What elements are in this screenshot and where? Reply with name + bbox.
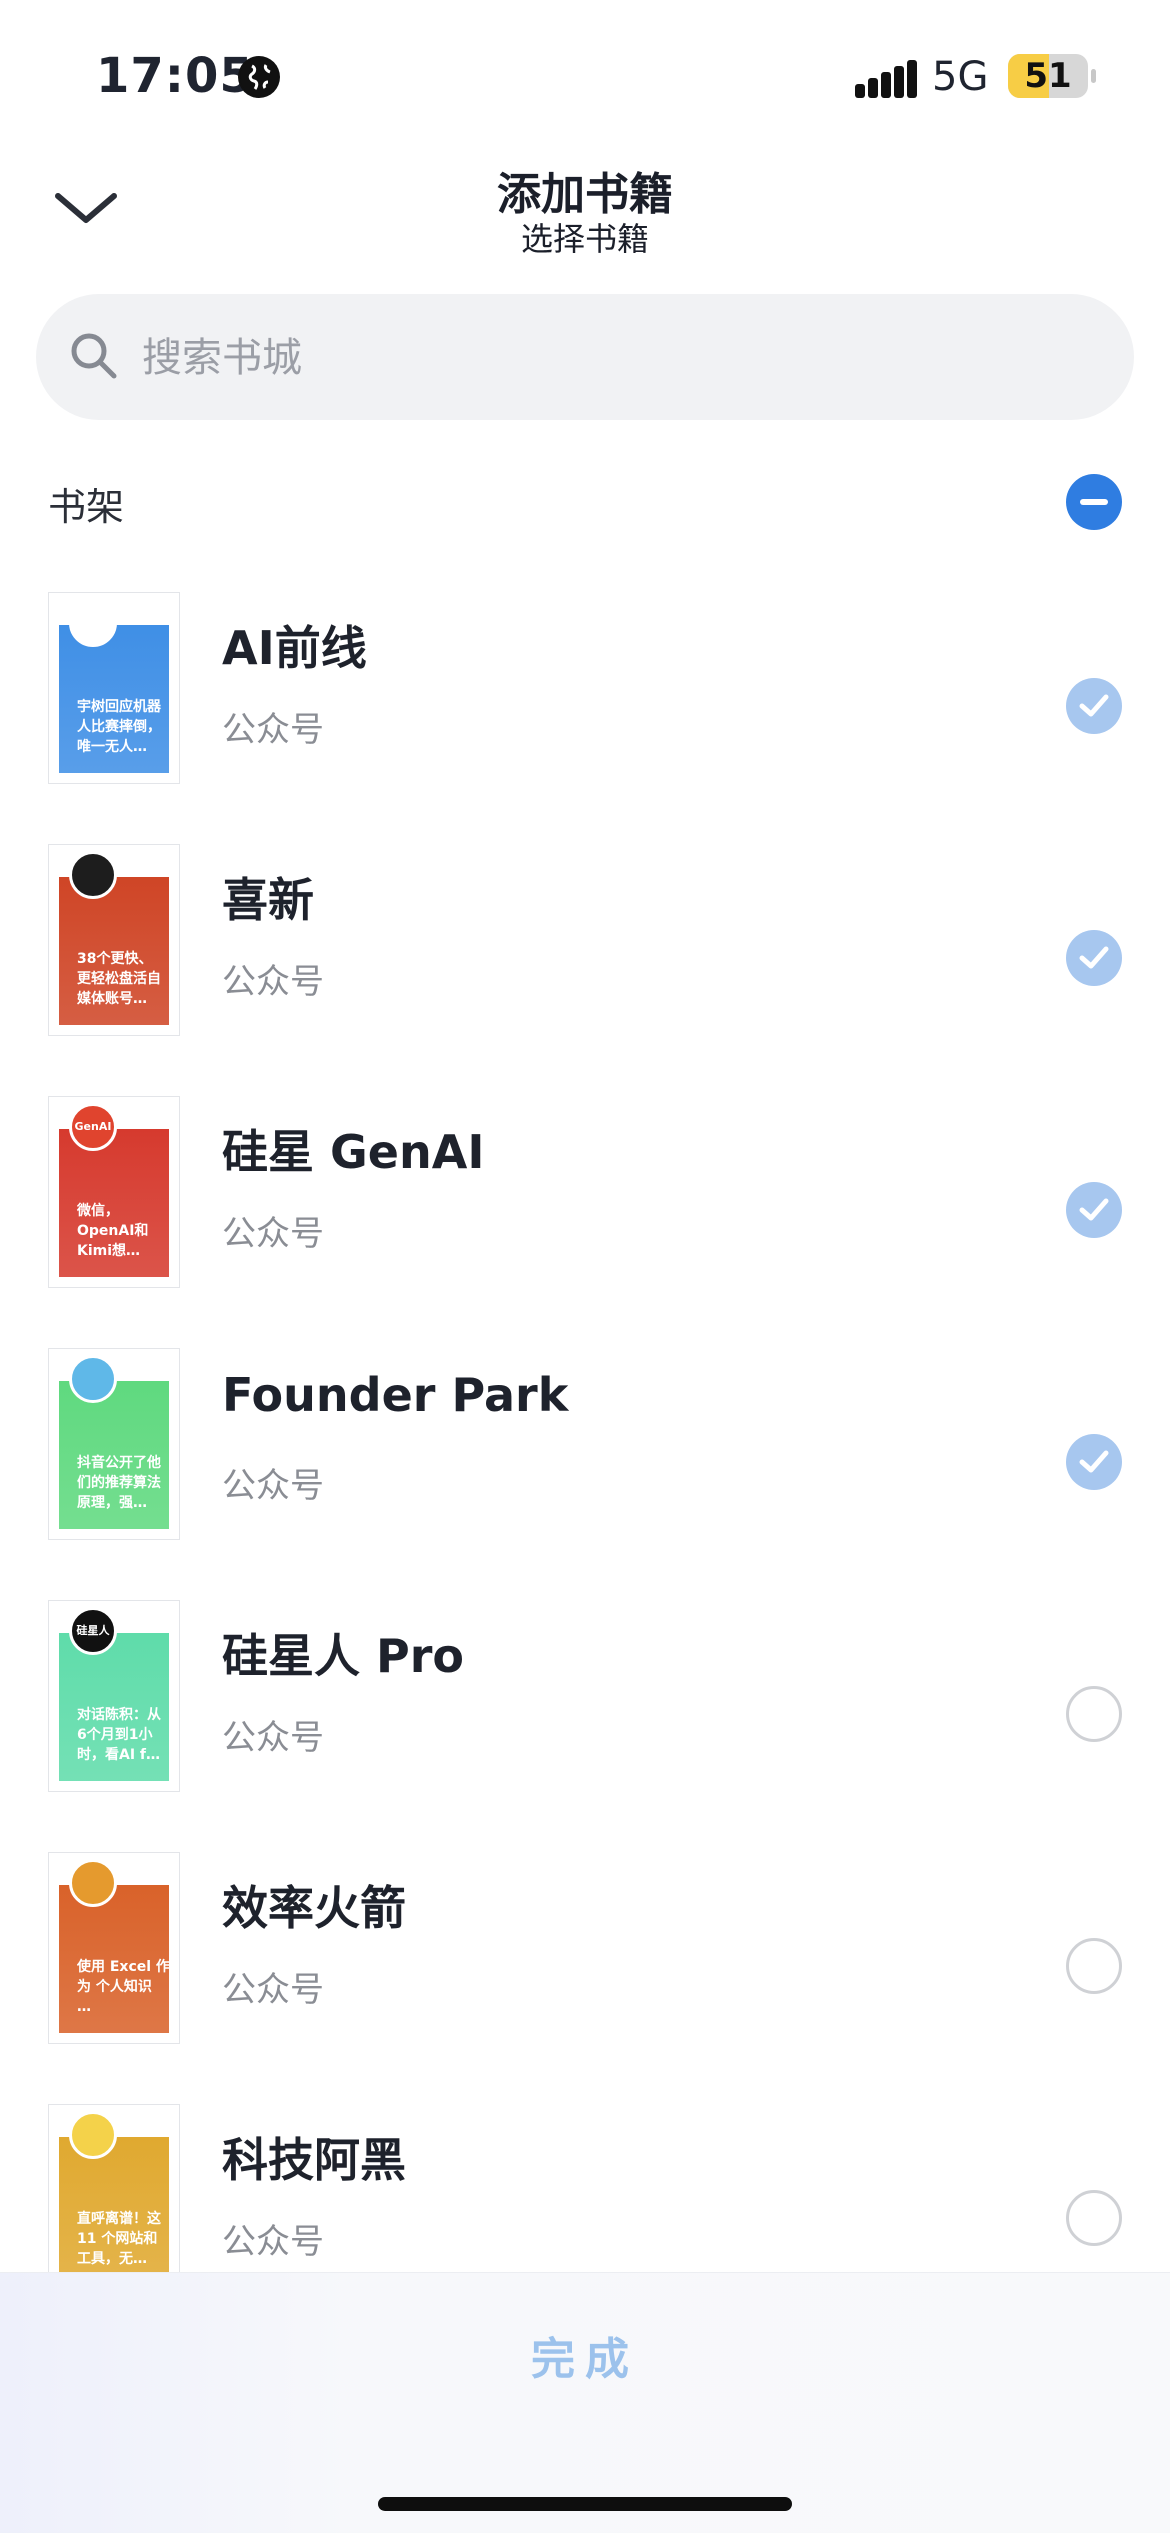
checkmark-icon[interactable]	[1066, 1182, 1122, 1238]
page-subtitle: 选择书籍	[520, 220, 649, 258]
book-cover: 使用 Excel 作 为 个人知识 …	[48, 1852, 180, 2044]
book-type: 公众号	[222, 1214, 324, 1254]
signal-icon	[855, 60, 917, 98]
book-title: 硅星 GenAI	[222, 1125, 485, 1179]
status-bar: 17:05 5G 51	[0, 0, 1170, 150]
cover-text: 38个更快、 更轻松盘活自 媒体账号…	[77, 951, 161, 1007]
book-title: 科技阿黑	[222, 2133, 406, 2187]
cover-art: 宇树回应机器 人比赛摔倒， 唯一无人…	[59, 625, 169, 773]
page-title: 添加书籍	[497, 169, 673, 220]
cover-text: 直呼离谱！这 11 个网站和 工具，无…	[77, 2211, 161, 2267]
book-title: Founder Park	[222, 1368, 569, 1422]
list-item[interactable]: 38个更快、 更轻松盘活自 媒体账号… 喜新 公众号	[0, 834, 1170, 1086]
book-cover: 宇树回应机器 人比赛摔倒， 唯一无人… AI	[48, 592, 180, 784]
book-type: 公众号	[222, 2222, 324, 2262]
cover-art: 抖音公开了他 们的推荐算法 原理，强…	[59, 1381, 169, 1529]
status-time: 17:05	[96, 48, 254, 104]
battery-level: 51	[1024, 56, 1072, 96]
search-icon	[68, 330, 120, 382]
book-cover: 微信， OpenAI和 Kimi想… GenAI	[48, 1096, 180, 1288]
cover-text: 对话陈积：从 6个月到1小 时，看AI f…	[77, 1707, 161, 1763]
account-avatar	[69, 1355, 117, 1403]
list-item[interactable]: 对话陈积：从 6个月到1小 时，看AI f… 硅星人 硅星人 Pro 公众号	[0, 1590, 1170, 1842]
search-input[interactable]	[140, 294, 1044, 422]
book-type: 公众号	[222, 1718, 324, 1758]
globe-icon	[238, 56, 280, 98]
book-type: 公众号	[222, 710, 324, 750]
cover-art: 微信， OpenAI和 Kimi想…	[59, 1129, 169, 1277]
book-type: 公众号	[222, 1970, 324, 2010]
book-title: AI前线	[222, 621, 367, 675]
account-avatar: GenAI	[69, 1103, 117, 1151]
home-indicator	[378, 2497, 792, 2511]
book-cover: 抖音公开了他 们的推荐算法 原理，强…	[48, 1348, 180, 1540]
done-button[interactable]: 完成	[0, 2323, 1170, 2387]
book-type: 公众号	[222, 962, 324, 1002]
account-avatar	[69, 2111, 117, 2159]
cover-art: 使用 Excel 作 为 个人知识 …	[59, 1885, 170, 2033]
list-item[interactable]: 抖音公开了他 们的推荐算法 原理，强… Founder Park 公众号	[0, 1338, 1170, 1590]
account-avatar: AI	[69, 599, 117, 647]
account-avatar: 硅星人	[69, 1607, 117, 1655]
radio-unchecked-icon[interactable]	[1066, 1686, 1122, 1742]
cover-text: 使用 Excel 作 为 个人知识 …	[77, 1959, 170, 2015]
search-bar[interactable]	[36, 294, 1134, 422]
book-title: 效率火箭	[222, 1881, 406, 1935]
book-cover: 38个更快、 更轻松盘活自 媒体账号…	[48, 844, 180, 1036]
bottom-bar: 完成	[0, 2272, 1170, 2533]
account-avatar	[69, 1859, 117, 1907]
cover-text: 微信， OpenAI和 Kimi想…	[77, 1203, 149, 1259]
list-item[interactable]: 微信， OpenAI和 Kimi想… GenAI 硅星 GenAI 公众号	[0, 1086, 1170, 1338]
cover-art: 对话陈积：从 6个月到1小 时，看AI f…	[59, 1633, 169, 1781]
network-label: 5G	[932, 54, 989, 100]
book-cover: 直呼离谱！这 11 个网站和 工具，无…	[48, 2104, 180, 2296]
deselect-all-button[interactable]	[1066, 474, 1122, 530]
radio-unchecked-icon[interactable]	[1066, 2190, 1122, 2246]
account-avatar	[69, 851, 117, 899]
cover-text: 抖音公开了他 们的推荐算法 原理，强…	[77, 1455, 161, 1511]
book-title: 硅星人 Pro	[222, 1629, 465, 1683]
cover-art: 直呼离谱！这 11 个网站和 工具，无…	[59, 2137, 169, 2285]
cover-art: 38个更快、 更轻松盘活自 媒体账号…	[59, 877, 169, 1025]
radio-unchecked-icon[interactable]	[1066, 1938, 1122, 1994]
list-item[interactable]: 宇树回应机器 人比赛摔倒， 唯一无人… AI AI前线 公众号	[0, 582, 1170, 834]
book-cover: 对话陈积：从 6个月到1小 时，看AI f… 硅星人	[48, 1600, 180, 1792]
battery-cap	[1091, 69, 1096, 83]
cover-text: 宇树回应机器 人比赛摔倒， 唯一无人…	[77, 699, 161, 755]
checkmark-icon[interactable]	[1066, 1434, 1122, 1490]
book-title: 喜新	[222, 873, 314, 927]
checkmark-icon[interactable]	[1066, 930, 1122, 986]
section-label: 书架	[48, 485, 125, 529]
battery-icon: 51	[1008, 54, 1088, 98]
book-type: 公众号	[222, 1466, 324, 1506]
list-item[interactable]: 使用 Excel 作 为 个人知识 … 效率火箭 公众号	[0, 1842, 1170, 2094]
checkmark-icon[interactable]	[1066, 678, 1122, 734]
